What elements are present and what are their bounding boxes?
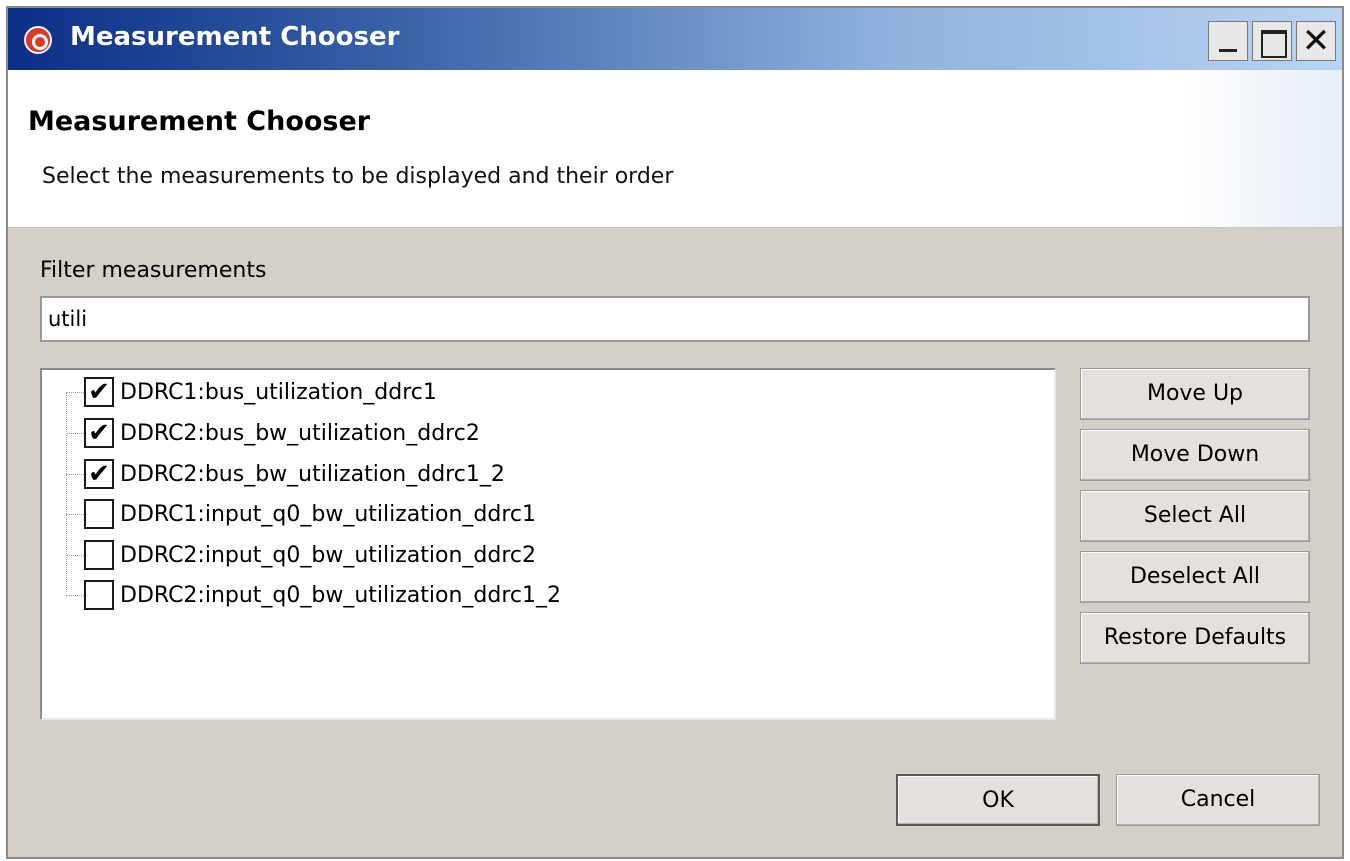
header-banner: Measurement Chooser Select the measureme… xyxy=(8,70,1342,228)
window-title: Measurement Chooser xyxy=(70,22,400,52)
measurement-checkbox[interactable] xyxy=(84,540,114,570)
check-mark-icon: ✔ xyxy=(88,377,110,407)
measurement-label: DDRC1:bus_utilization_ddrc1 xyxy=(120,379,437,405)
measurement-label: DDRC2:bus_bw_utilization_ddrc1_2 xyxy=(120,461,505,487)
close-icon: ✕ xyxy=(1301,21,1331,61)
tree-item[interactable]: ✔ DDRC2:bus_bw_utilization_ddrc1_2 xyxy=(66,456,505,492)
cancel-button[interactable]: Cancel xyxy=(1116,774,1320,826)
move-down-button[interactable]: Move Down xyxy=(1080,429,1310,481)
measurement-checkbox[interactable]: ✔ xyxy=(84,459,114,489)
restore-defaults-button[interactable]: Restore Defaults xyxy=(1080,612,1310,664)
filter-label: Filter measurements xyxy=(40,258,267,283)
measurement-label: DDRC2:input_q0_bw_utilization_ddrc1_2 xyxy=(120,582,562,608)
measurement-chooser-dialog: Measurement Chooser ✕ Measurement Choose… xyxy=(6,6,1344,859)
check-mark-icon: ✔ xyxy=(88,418,110,448)
measurement-checkbox[interactable] xyxy=(84,499,114,529)
tree-item[interactable]: DDRC2:input_q0_bw_utilization_ddrc1_2 xyxy=(66,577,561,613)
close-button[interactable]: ✕ xyxy=(1296,21,1336,61)
title-bar[interactable]: Measurement Chooser ✕ xyxy=(8,8,1342,70)
measurement-checkbox[interactable]: ✔ xyxy=(84,418,114,448)
measurement-checkbox[interactable] xyxy=(84,580,114,610)
minimize-button[interactable] xyxy=(1208,21,1248,61)
banner-subtitle: Select the measurements to be displayed … xyxy=(42,164,674,189)
ok-button[interactable]: OK xyxy=(896,774,1100,826)
measurement-checkbox[interactable]: ✔ xyxy=(84,377,114,407)
tree-item[interactable]: DDRC1:input_q0_bw_utilization_ddrc1 xyxy=(66,496,536,532)
deselect-all-button[interactable]: Deselect All xyxy=(1080,551,1310,603)
select-all-button[interactable]: Select All xyxy=(1080,490,1310,542)
tree-item[interactable]: ✔ DDRC2:bus_bw_utilization_ddrc2 xyxy=(66,415,480,451)
measurement-tree[interactable]: ✔ DDRC1:bus_utilization_ddrc1 ✔ DDRC2:bu… xyxy=(40,368,1056,720)
tree-item[interactable]: DDRC2:input_q0_bw_utilization_ddrc2 xyxy=(66,537,536,573)
maximize-button[interactable] xyxy=(1252,21,1292,61)
measurement-label: DDRC1:input_q0_bw_utilization_ddrc1 xyxy=(120,501,537,527)
measurement-label: DDRC2:input_q0_bw_utilization_ddrc2 xyxy=(120,542,537,568)
banner-title: Measurement Chooser xyxy=(28,106,371,137)
move-up-button[interactable]: Move Up xyxy=(1080,368,1310,420)
check-mark-icon: ✔ xyxy=(88,459,110,489)
tree-item[interactable]: ✔ DDRC1:bus_utilization_ddrc1 xyxy=(66,374,437,410)
app-logo-icon xyxy=(24,26,52,54)
filter-input[interactable] xyxy=(40,296,1310,342)
measurement-label: DDRC2:bus_bw_utilization_ddrc2 xyxy=(120,420,480,446)
